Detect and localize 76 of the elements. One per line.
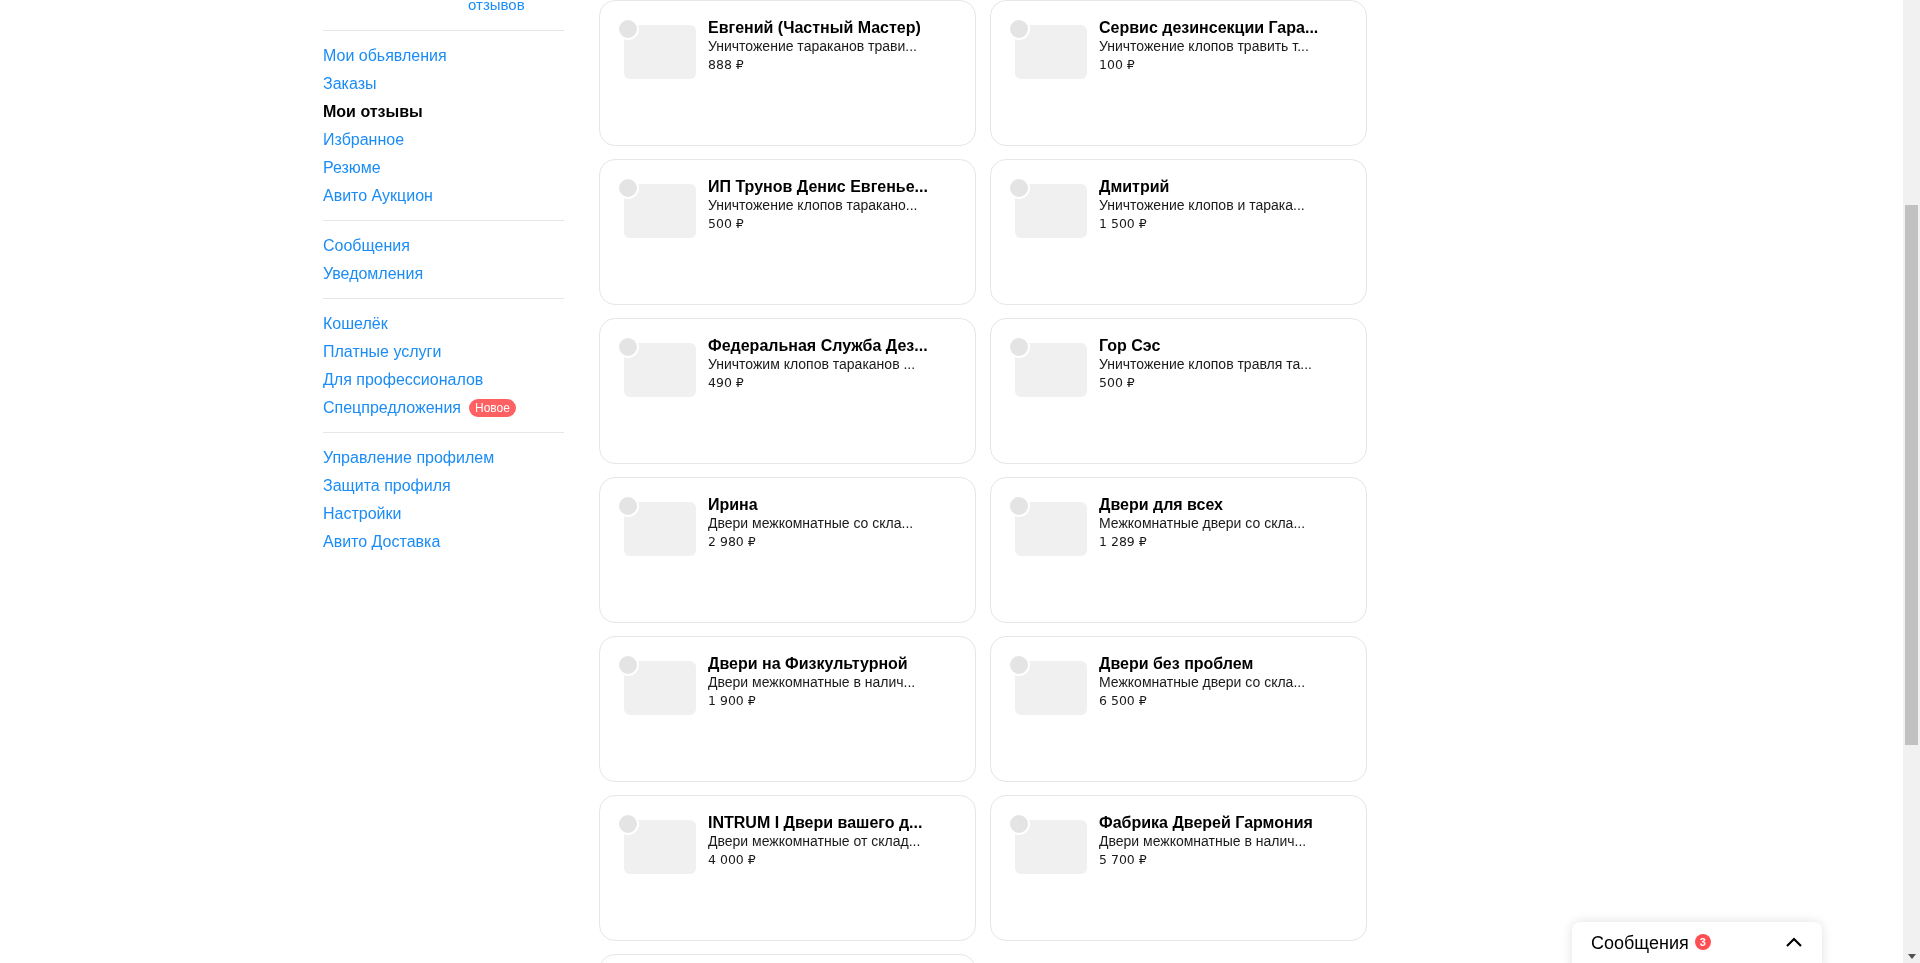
listing-title[interactable]: ИП Трунов Денис Евгенье... [708, 177, 928, 197]
listing-price: 100 ₽ [1099, 56, 1136, 74]
thumbnail-placeholder [1015, 184, 1087, 238]
sidebar-link[interactable]: Платные услуги [323, 340, 442, 364]
listing-title[interactable]: Фабрика Дверей Гармония [1099, 813, 1313, 833]
listing-card[interactable]: ИП Трунов Денис Евгенье... Уничтожение клопов таракано... 500 ₽ [599, 159, 976, 305]
listing-price: 4 000 ₽ [708, 851, 757, 869]
listing-card[interactable]: Евгений (Частный Мастер) Уничтожение тараканов трави... 888 ₽ [599, 0, 976, 146]
listing-title[interactable]: Двери без проблем [1099, 654, 1306, 674]
listing-card[interactable]: Двери без проблем Межкомнатные двери со скла... 6 500 ₽ [990, 636, 1367, 782]
listing-price: 490 ₽ [708, 374, 745, 392]
listing-card[interactable]: Сервис дезинсекции Гара... Уничтожение клопов травить т... 100 ₽ [990, 0, 1367, 146]
listing-description: Двери межкомнатные в налич... [1099, 833, 1308, 850]
listing-card[interactable]: Дмитрий Уничтожение клопов и тарака... 1 500 ₽ [990, 159, 1367, 305]
thumbnail-placeholder [624, 502, 696, 556]
listing-price: 1 289 ₽ [1099, 533, 1148, 551]
sidebar-link[interactable]: Для профессионалов [323, 368, 484, 392]
thumbnail-placeholder [1015, 502, 1087, 556]
sidebar-link[interactable]: Управление профилем [323, 446, 495, 470]
listing-card[interactable]: INTRUM I Двери вашего д... Двери межкомнатные от склад... 4 000 ₽ [599, 795, 976, 941]
chevron-up-icon[interactable] [1785, 936, 1803, 948]
listing-price: 6 500 ₽ [1099, 692, 1148, 710]
sidebar-link[interactable]: Авито Доставка [323, 530, 441, 554]
listing-price: 2 980 ₽ [708, 533, 757, 551]
thumbnail-placeholder [624, 661, 696, 715]
thumbnail-placeholder [1015, 820, 1087, 874]
listing-description: Уничтожение клопов травля та... [1099, 356, 1312, 373]
listing-description: Межкомнатные двери со скла... [1099, 674, 1306, 691]
sidebar-link[interactable]: Заказы [323, 72, 377, 96]
scrollbar[interactable] [1903, 0, 1920, 963]
listing-card[interactable]: Двери на Физкультурной Двери межкомнатные в налич... 1 900 ₽ [599, 636, 976, 782]
listing-card[interactable]: Гор Сэс Уничтожение клопов травля та... 500 ₽ [990, 318, 1367, 464]
listing-description: Уничтожение клопов таракано... [708, 197, 919, 214]
listing-description: Уничтожение клопов и тарака... [1099, 197, 1305, 214]
listing-title[interactable]: Ирина [708, 495, 914, 515]
listing-description: Уничтожение клопов травить т... [1099, 38, 1310, 55]
listing-price: 500 ₽ [708, 215, 745, 233]
thumbnail-placeholder [1015, 661, 1087, 715]
sidebar-link[interactable]: Мои обьявления [323, 44, 447, 68]
listing-title[interactable]: Двери для всех [1099, 495, 1306, 515]
scrollbar-thumb[interactable] [1905, 205, 1918, 745]
listing-description: Межкомнатные двери со скла... [1099, 515, 1306, 532]
listing-title[interactable]: Двери на Физкультурной [708, 654, 916, 674]
listing-description: Двери межкомнатные от склад... [708, 833, 922, 850]
thumbnail-placeholder [624, 343, 696, 397]
listing-price: 1 900 ₽ [708, 692, 757, 710]
listing-card[interactable]: Федеральная Служба Дез... Уничтожим клопов тараканов ... 490 ₽ [599, 318, 976, 464]
listing-title[interactable]: Евгений (Частный Мастер) [708, 18, 921, 38]
listing-title[interactable]: INTRUM I Двери вашего д... [708, 813, 923, 833]
thumbnail-placeholder [1015, 25, 1087, 79]
listing-price: 888 ₽ [708, 56, 745, 74]
listing-description: Двери межкомнатные со скла... [708, 515, 914, 532]
listing-card[interactable]: Двери для всех Межкомнатные двери со скла... 1 289 ₽ [990, 477, 1367, 623]
listing-card[interactable]: Ирина Двери межкомнатные со скла... 2 980 ₽ [599, 477, 976, 623]
listing-card[interactable]: Фабрика Дверей Гармония Двери межкомнатные в налич... 5 700 ₽ [990, 795, 1367, 941]
listing-price: 1 500 ₽ [1099, 215, 1148, 233]
listing-title[interactable]: Федеральная Служба Дез... [708, 336, 928, 356]
listing-title[interactable]: Сервис дезинсекции Гара... [1099, 18, 1319, 38]
listing-price: 5 700 ₽ [1099, 851, 1148, 869]
sidebar-link[interactable]: Мои отзывы [323, 100, 423, 124]
thumbnail-placeholder [624, 25, 696, 79]
listing-title[interactable]: Гор Сэс [1099, 336, 1312, 356]
messages-title: Сообщения [1591, 932, 1689, 954]
thumbnail-placeholder [624, 820, 696, 874]
messages-widget[interactable]: Сообщения 3 [1572, 922, 1822, 963]
sidebar-link[interactable]: Авито Аукцион [323, 184, 433, 208]
listing-price: 500 ₽ [1099, 374, 1136, 392]
listing-description: Двери межкомнатные в налич... [708, 674, 916, 691]
thumbnail-placeholder [1015, 343, 1087, 397]
listing-title[interactable]: Дмитрий [1099, 177, 1305, 197]
thumbnail-placeholder [624, 184, 696, 238]
new-badge: Новое [469, 399, 516, 417]
listing-description: Уничтожим клопов тараканов ... [708, 356, 917, 373]
unread-count-badge: 3 [1694, 934, 1711, 950]
listing-description: Уничтожение тараканов трави... [708, 38, 918, 55]
scroll-down-icon[interactable] [1907, 954, 1916, 959]
